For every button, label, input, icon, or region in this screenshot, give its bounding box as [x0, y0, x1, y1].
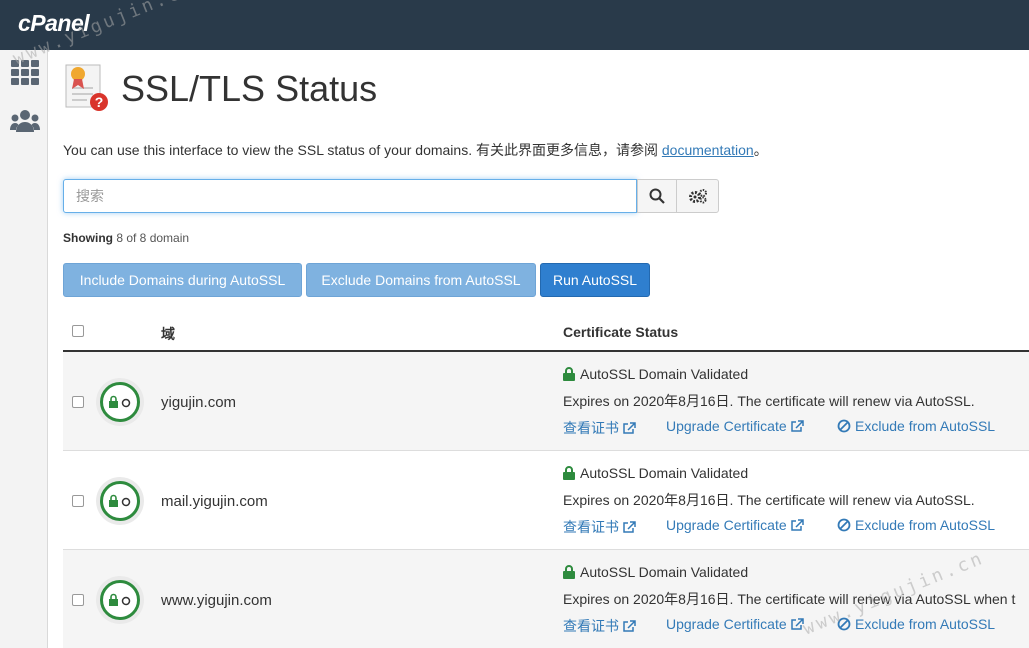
exclude-label: Exclude from AutoSSL	[855, 517, 996, 533]
domain-name: yigujin.com	[161, 394, 237, 411]
lock-refresh-icon	[109, 494, 131, 507]
column-header-status[interactable]: Certificate Status	[563, 324, 678, 340]
status-text: AutoSSL Domain Validated	[580, 564, 749, 580]
ban-icon	[837, 518, 851, 532]
view-certificate-label: 查看证书	[563, 618, 619, 634]
settings-icon	[688, 189, 707, 204]
upgrade-certificate-label: Upgrade Certificate	[666, 517, 787, 533]
exclude-from-autossl-link[interactable]: Exclude from AutoSSL	[837, 616, 995, 632]
lock-icon	[563, 367, 575, 381]
lock-icon	[563, 466, 575, 480]
external-link-icon	[790, 519, 804, 531]
intro-text: You can use this interface to view the S…	[63, 140, 768, 160]
select-all-checkbox[interactable]	[72, 325, 84, 337]
grid-icon[interactable]	[10, 58, 40, 88]
svg-text:?: ?	[95, 94, 104, 110]
intro-end: 。	[753, 142, 768, 158]
search-group	[63, 179, 719, 214]
external-link-icon	[623, 422, 636, 434]
upgrade-certificate-link[interactable]: Upgrade Certificate	[666, 616, 804, 632]
ban-icon	[837, 617, 851, 631]
external-link-icon	[790, 420, 804, 432]
domains-table: 域 Certificate Status yigujin.com AutoSSL…	[63, 313, 1029, 648]
search-button[interactable]	[637, 179, 677, 213]
domain-name: www.yigujin.com	[161, 592, 272, 609]
external-link-icon	[623, 620, 636, 632]
expiry-text: Expires on 2020年8月16日. The certificate w…	[563, 393, 975, 409]
domain-name: mail.yigujin.com	[161, 493, 268, 510]
ban-icon	[837, 419, 851, 433]
cpanel-logo[interactable]: cPanel	[18, 10, 90, 37]
documentation-link[interactable]: documentation	[662, 142, 754, 158]
intro-sentence: You can use this interface to view the S…	[63, 142, 662, 158]
table-row: www.yigujin.com AutoSSL Domain Validated…	[63, 550, 1029, 648]
upgrade-certificate-link[interactable]: Upgrade Certificate	[666, 517, 804, 533]
upgrade-certificate-label: Upgrade Certificate	[666, 418, 787, 434]
search-settings-button[interactable]	[676, 179, 719, 213]
ssl-valid-badge	[100, 580, 140, 620]
expiry-text: Expires on 2020年8月16日. The certificate w…	[563, 591, 1016, 607]
exclude-domains-button[interactable]: Exclude Domains from AutoSSL	[306, 263, 536, 297]
upgrade-certificate-link[interactable]: Upgrade Certificate	[666, 418, 804, 434]
row-checkbox[interactable]	[72, 594, 84, 606]
lock-icon	[563, 565, 575, 579]
view-certificate-link[interactable]: 查看证书	[563, 517, 636, 537]
page-title: SSL/TLS Status	[121, 68, 378, 109]
top-bar: cPanel	[0, 0, 1029, 50]
expiry-text: Expires on 2020年8月16日. The certificate w…	[563, 492, 975, 508]
exclude-from-autossl-link[interactable]: Exclude from AutoSSL	[837, 418, 995, 434]
certificate-icon: ?	[65, 64, 108, 111]
status-text: AutoSSL Domain Validated	[580, 366, 749, 382]
table-row: mail.yigujin.com AutoSSL Domain Validate…	[63, 451, 1029, 550]
lock-refresh-icon	[109, 593, 131, 606]
sidebar	[0, 50, 48, 648]
upgrade-certificate-label: Upgrade Certificate	[666, 616, 787, 632]
lock-refresh-icon	[109, 395, 131, 408]
exclude-label: Exclude from AutoSSL	[855, 418, 996, 434]
exclude-label: Exclude from AutoSSL	[855, 616, 996, 632]
users-icon[interactable]	[10, 106, 40, 136]
exclude-from-autossl-link[interactable]: Exclude from AutoSSL	[837, 517, 995, 533]
status-line: AutoSSL Domain Validated	[563, 465, 748, 481]
showing-text: 8 of 8 domain	[113, 231, 190, 245]
view-certificate-label: 查看证书	[563, 420, 619, 436]
table-header: 域 Certificate Status	[63, 313, 1029, 352]
row-checkbox[interactable]	[72, 396, 84, 408]
showing-label: Showing	[63, 231, 113, 245]
view-certificate-label: 查看证书	[563, 519, 619, 535]
external-link-icon	[623, 521, 636, 533]
run-autossl-button[interactable]: Run AutoSSL	[540, 263, 650, 297]
external-link-icon	[790, 618, 804, 630]
table-row: yigujin.com AutoSSL Domain Validated Exp…	[63, 352, 1029, 451]
search-input[interactable]	[63, 179, 637, 213]
status-line: AutoSSL Domain Validated	[563, 366, 748, 382]
search-icon	[649, 188, 665, 204]
view-certificate-link[interactable]: 查看证书	[563, 616, 636, 636]
view-certificate-link[interactable]: 查看证书	[563, 418, 636, 438]
row-checkbox[interactable]	[72, 495, 84, 507]
ssl-valid-badge	[100, 382, 140, 422]
ssl-valid-badge	[100, 481, 140, 521]
main-content: ? SSL/TLS Status You can use this interf…	[49, 50, 1029, 648]
include-domains-button[interactable]: Include Domains during AutoSSL	[63, 263, 302, 297]
status-text: AutoSSL Domain Validated	[580, 465, 749, 481]
showing-count: Showing 8 of 8 domain	[63, 231, 189, 245]
column-header-domain[interactable]: 域	[161, 324, 175, 344]
status-line: AutoSSL Domain Validated	[563, 564, 748, 580]
